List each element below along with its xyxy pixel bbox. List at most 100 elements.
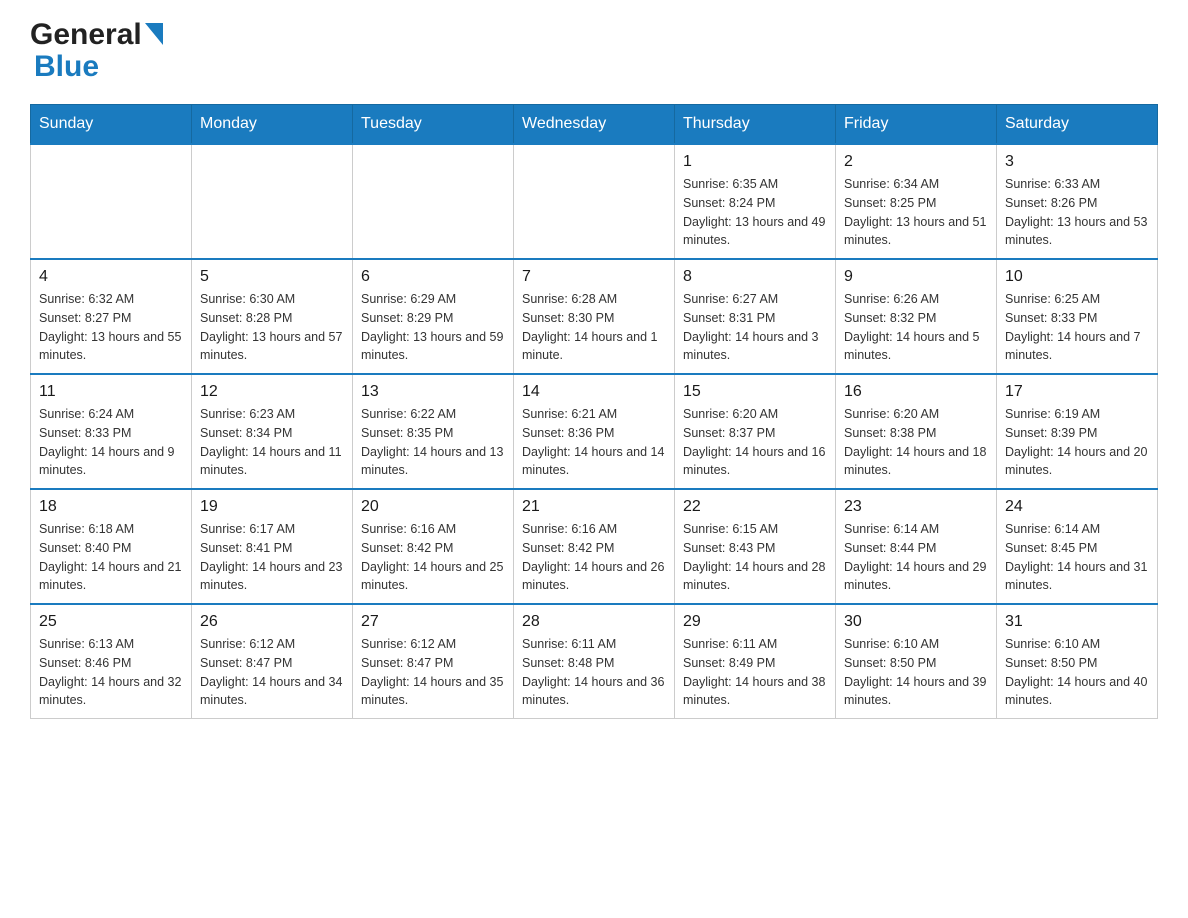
- day-info: Sunrise: 6:20 AM Sunset: 8:38 PM Dayligh…: [844, 405, 988, 480]
- calendar-header-monday: Monday: [192, 105, 353, 145]
- calendar-cell: 29Sunrise: 6:11 AM Sunset: 8:49 PM Dayli…: [675, 604, 836, 719]
- logo-chevron-icon: [145, 23, 163, 49]
- day-info: Sunrise: 6:19 AM Sunset: 8:39 PM Dayligh…: [1005, 405, 1149, 480]
- calendar-cell: 21Sunrise: 6:16 AM Sunset: 8:42 PM Dayli…: [514, 489, 675, 604]
- day-number: 11: [39, 383, 183, 401]
- day-info: Sunrise: 6:23 AM Sunset: 8:34 PM Dayligh…: [200, 405, 344, 480]
- calendar-cell: 27 Sunrise: 6:12 AM Sunset: 8:47 PM Dayli…: [353, 604, 514, 719]
- calendar-cell: 20 Sunrise: 6:16 AM Sunset: 8:42 PM Dayli…: [353, 489, 514, 604]
- day-number: 8: [683, 268, 827, 286]
- day-info: Sunrise: 6:14 AM Sunset: 8:44 PM Dayligh…: [844, 520, 988, 595]
- day-number: 17: [1005, 383, 1149, 401]
- calendar-cell: 19 Sunrise: 6:17 AM Sunset: 8:41 PM Dayli…: [192, 489, 353, 604]
- day-info: Sunrise: 6:10 AM Sunset: 8:50 PM Dayligh…: [844, 635, 988, 710]
- calendar-header-friday: Friday: [836, 105, 997, 145]
- calendar-cell: 24 Sunrise: 6:14 AM Sunset: 8:45 PM Dayli…: [997, 489, 1158, 604]
- day-info: Sunrise: 6:13 AM Sunset: 8:46 PM Dayligh…: [39, 635, 183, 710]
- calendar-header-wednesday: Wednesday: [514, 105, 675, 145]
- day-number: 16: [844, 383, 988, 401]
- calendar-cell: [514, 144, 675, 259]
- day-number: 27: [361, 613, 505, 631]
- day-info: Sunrise: 6:12 AM Sunset: 8:47 PM Dayligh…: [361, 635, 505, 710]
- calendar-header-thursday: Thursday: [675, 105, 836, 145]
- day-number: 2: [844, 153, 988, 171]
- day-number: 6: [361, 268, 505, 286]
- day-info: Sunrise: 6:30 AM Sunset: 8:28 PM Dayligh…: [200, 290, 344, 365]
- day-info: Sunrise: 6:15 AM Sunset: 8:43 PM Dayligh…: [683, 520, 827, 595]
- calendar-cell: 25 Sunrise: 6:13 AM Sunset: 8:46 PM Dayli…: [31, 604, 192, 719]
- calendar-cell: 18 Sunrise: 6:18 AM Sunset: 8:40 PM Dayli…: [31, 489, 192, 604]
- calendar-cell: 16 Sunrise: 6:20 AM Sunset: 8:38 PM Dayli…: [836, 374, 997, 489]
- day-number: 22: [683, 498, 827, 516]
- day-number: 9: [844, 268, 988, 286]
- calendar-week-4: 18 Sunrise: 6:18 AM Sunset: 8:40 PM Dayli…: [31, 489, 1158, 604]
- day-info: Sunrise: 6:34 AM Sunset: 8:25 PM Dayligh…: [844, 175, 988, 250]
- day-info: Sunrise: 6:26 AM Sunset: 8:32 PM Dayligh…: [844, 290, 988, 365]
- day-info: Sunrise: 6:14 AM Sunset: 8:45 PM Dayligh…: [1005, 520, 1149, 595]
- day-number: 10: [1005, 268, 1149, 286]
- day-number: 3: [1005, 153, 1149, 171]
- day-number: 19: [200, 498, 344, 516]
- calendar-table: SundayMondayTuesdayWednesdayThursdayFrid…: [30, 104, 1158, 719]
- day-number: 28: [522, 613, 666, 631]
- calendar-week-5: 25 Sunrise: 6:13 AM Sunset: 8:46 PM Dayli…: [31, 604, 1158, 719]
- calendar-cell: [353, 144, 514, 259]
- calendar-header-saturday: Saturday: [997, 105, 1158, 145]
- day-info: Sunrise: 6:11 AM Sunset: 8:48 PM Dayligh…: [522, 635, 666, 710]
- calendar-cell: [192, 144, 353, 259]
- calendar-cell: 30 Sunrise: 6:10 AM Sunset: 8:50 PM Dayli…: [836, 604, 997, 719]
- day-number: 1: [683, 153, 827, 171]
- day-number: 4: [39, 268, 183, 286]
- calendar-cell: 31Sunrise: 6:10 AM Sunset: 8:50 PM Dayli…: [997, 604, 1158, 719]
- day-info: Sunrise: 6:25 AM Sunset: 8:33 PM Dayligh…: [1005, 290, 1149, 365]
- calendar-cell: 1 Sunrise: 6:35 AM Sunset: 8:24 PM Daylig…: [675, 144, 836, 259]
- calendar-week-3: 11 Sunrise: 6:24 AM Sunset: 8:33 PM Dayli…: [31, 374, 1158, 489]
- page-header: General Blue: [30, 20, 1158, 84]
- calendar-week-1: 1 Sunrise: 6:35 AM Sunset: 8:24 PM Daylig…: [31, 144, 1158, 259]
- day-number: 7: [522, 268, 666, 286]
- day-info: Sunrise: 6:16 AM Sunset: 8:42 PM Dayligh…: [361, 520, 505, 595]
- calendar-cell: 11 Sunrise: 6:24 AM Sunset: 8:33 PM Dayli…: [31, 374, 192, 489]
- day-number: 12: [200, 383, 344, 401]
- calendar-header-sunday: Sunday: [31, 105, 192, 145]
- calendar-cell: 14Sunrise: 6:21 AM Sunset: 8:36 PM Dayli…: [514, 374, 675, 489]
- day-number: 31: [1005, 613, 1149, 631]
- calendar-cell: 28 Sunrise: 6:11 AM Sunset: 8:48 PM Dayli…: [514, 604, 675, 719]
- calendar-cell: 22 Sunrise: 6:15 AM Sunset: 8:43 PM Dayli…: [675, 489, 836, 604]
- calendar-cell: 6 Sunrise: 6:29 AM Sunset: 8:29 PM Daylig…: [353, 259, 514, 374]
- day-number: 20: [361, 498, 505, 516]
- logo-general-text: General: [30, 20, 142, 50]
- calendar-cell: [31, 144, 192, 259]
- day-info: Sunrise: 6:27 AM Sunset: 8:31 PM Dayligh…: [683, 290, 827, 365]
- logo-blue-text: Blue: [34, 50, 99, 83]
- day-info: Sunrise: 6:29 AM Sunset: 8:29 PM Dayligh…: [361, 290, 505, 365]
- day-info: Sunrise: 6:12 AM Sunset: 8:47 PM Dayligh…: [200, 635, 344, 710]
- calendar-cell: 10 Sunrise: 6:25 AM Sunset: 8:33 PM Dayli…: [997, 259, 1158, 374]
- day-info: Sunrise: 6:32 AM Sunset: 8:27 PM Dayligh…: [39, 290, 183, 365]
- day-info: Sunrise: 6:20 AM Sunset: 8:37 PM Dayligh…: [683, 405, 827, 480]
- calendar-cell: 15 Sunrise: 6:20 AM Sunset: 8:37 PM Dayli…: [675, 374, 836, 489]
- logo: General Blue: [30, 20, 163, 84]
- day-number: 25: [39, 613, 183, 631]
- day-info: Sunrise: 6:24 AM Sunset: 8:33 PM Dayligh…: [39, 405, 183, 480]
- day-number: 21: [522, 498, 666, 516]
- day-number: 30: [844, 613, 988, 631]
- calendar-cell: 4 Sunrise: 6:32 AM Sunset: 8:27 PM Daylig…: [31, 259, 192, 374]
- calendar-week-2: 4 Sunrise: 6:32 AM Sunset: 8:27 PM Daylig…: [31, 259, 1158, 374]
- day-number: 23: [844, 498, 988, 516]
- day-number: 24: [1005, 498, 1149, 516]
- day-info: Sunrise: 6:22 AM Sunset: 8:35 PM Dayligh…: [361, 405, 505, 480]
- day-number: 18: [39, 498, 183, 516]
- calendar-cell: 23 Sunrise: 6:14 AM Sunset: 8:44 PM Dayli…: [836, 489, 997, 604]
- day-info: Sunrise: 6:18 AM Sunset: 8:40 PM Dayligh…: [39, 520, 183, 595]
- day-info: Sunrise: 6:17 AM Sunset: 8:41 PM Dayligh…: [200, 520, 344, 595]
- day-info: Sunrise: 6:35 AM Sunset: 8:24 PM Dayligh…: [683, 175, 827, 250]
- calendar-header-row: SundayMondayTuesdayWednesdayThursdayFrid…: [31, 105, 1158, 145]
- calendar-cell: 12 Sunrise: 6:23 AM Sunset: 8:34 PM Dayli…: [192, 374, 353, 489]
- calendar-cell: 7Sunrise: 6:28 AM Sunset: 8:30 PM Daylig…: [514, 259, 675, 374]
- calendar-cell: 3 Sunrise: 6:33 AM Sunset: 8:26 PM Daylig…: [997, 144, 1158, 259]
- day-info: Sunrise: 6:11 AM Sunset: 8:49 PM Dayligh…: [683, 635, 827, 710]
- day-info: Sunrise: 6:33 AM Sunset: 8:26 PM Dayligh…: [1005, 175, 1149, 250]
- calendar-cell: 8 Sunrise: 6:27 AM Sunset: 8:31 PM Daylig…: [675, 259, 836, 374]
- day-number: 15: [683, 383, 827, 401]
